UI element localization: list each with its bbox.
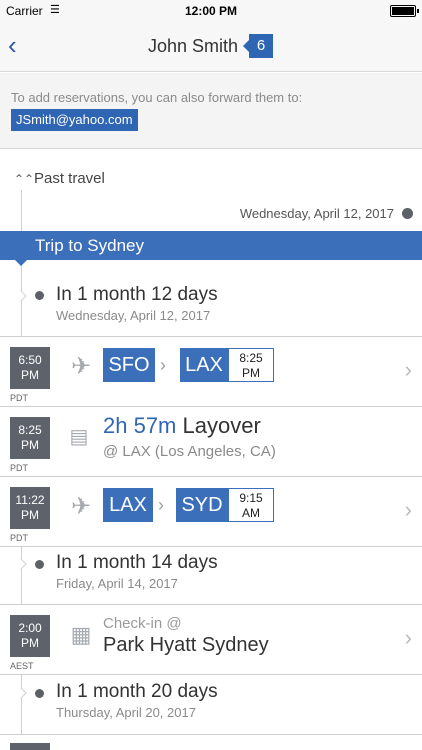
flight-row[interactable]: 11:22 PM PDT ✈ LAX › SYD 9:15 AM › [0, 476, 422, 546]
couch-icon: ▤ [69, 426, 89, 448]
layover-duration-value: 2h 57m [103, 413, 177, 438]
milestone-date: Wednesday, April 12, 2017 [56, 308, 211, 323]
timeline-start-date: Wednesday, April 12, 2017 [239, 206, 394, 221]
next-row-partial [0, 734, 422, 750]
milestone-date: Friday, April 14, 2017 [56, 576, 178, 591]
departure-time: 6:50 [18, 353, 42, 367]
airplane-icon: ✈ [70, 493, 92, 520]
timezone-label: PDT [10, 463, 28, 473]
milestone-title: In 1 month 20 days [56, 681, 218, 702]
layover-duration: 2h 57m Layover [103, 413, 261, 439]
milestone-title: In 1 month 14 days [56, 552, 218, 573]
timeline-dot [402, 208, 413, 219]
chevron-right-icon[interactable]: › [405, 625, 412, 651]
status-bar: Carrier ☰ 12:00 PM [0, 0, 422, 22]
chevron-right-icon[interactable]: › [405, 357, 412, 383]
back-chevron-icon[interactable]: ‹ [8, 32, 17, 58]
forward-hint: To add reservations, you can also forwar… [11, 90, 303, 105]
departure-time: 11:22 [15, 493, 45, 507]
clock: 12:00 PM [184, 4, 238, 18]
hotel-name: Park Hyatt Sydney [103, 634, 269, 656]
nav-bar: ‹ John Smith 6 [0, 22, 422, 72]
timeline-hook [15, 558, 27, 570]
departure-ampm: PM [21, 508, 39, 522]
double-chevron-up-icon: ⌃⌃ [14, 172, 35, 186]
arrival-ampm: AM [242, 506, 260, 520]
layover-label: Layover [182, 413, 261, 438]
forward-email[interactable]: JSmith@yahoo.com [11, 109, 138, 131]
hotel-row[interactable]: 2:00 PM AEST ▦ Check-in @ Park Hyatt Syd… [0, 604, 422, 674]
layover-ampm: PM [21, 438, 39, 452]
departure-ampm: PM [21, 368, 39, 382]
milestone-dot [35, 560, 44, 569]
checkin-time: 2:00 [18, 621, 42, 635]
timezone-label: PDT [10, 393, 28, 403]
checkin-time-box: 2:00 PM [10, 615, 50, 657]
arrival-time: 9:15 [239, 491, 263, 505]
trip-banner[interactable]: Trip to Sydney [0, 231, 422, 266]
airplane-icon: ✈ [70, 353, 92, 380]
layover-time-box: 8:25 PM [10, 417, 50, 459]
milestone-title: In 1 month 12 days [56, 284, 218, 305]
milestone-item: In 1 month 14 days Friday, April 14, 201… [0, 546, 422, 604]
arrival-time-box: 9:15 AM [228, 488, 274, 522]
timeline-hook [15, 687, 27, 699]
route-arrow-icon: › [160, 355, 166, 375]
arrival-time-box: 8:25 PM [228, 348, 274, 382]
origin-code: SFO [103, 348, 155, 382]
arrival-ampm: PM [242, 366, 260, 380]
milestone-dot [35, 689, 44, 698]
departure-time-box: 6:50 PM [10, 347, 50, 389]
forward-section: To add reservations, you can also forwar… [0, 73, 422, 149]
checkin-label: Check-in @ [103, 615, 182, 632]
chevron-right-icon[interactable]: › [405, 497, 412, 523]
checkin-ampm: PM [21, 636, 39, 650]
route-arrow-icon: › [158, 495, 164, 515]
destination-code: SYD [176, 488, 228, 522]
origin-code: LAX [103, 488, 153, 522]
timezone-label: PDT [10, 533, 28, 543]
layover-time: 8:25 [18, 423, 42, 437]
timeline-hook [15, 290, 27, 302]
reservation-count-badge[interactable]: 6 [243, 34, 273, 58]
battery-icon [390, 5, 419, 17]
milestone-date: Thursday, April 20, 2017 [56, 705, 196, 720]
arrival-time: 8:25 [239, 351, 263, 365]
past-travel-toggle[interactable]: ⌃⌃Past travel [14, 170, 105, 187]
next-time-box [10, 743, 50, 750]
departure-time-box: 11:22 PM [10, 487, 50, 529]
hotel-building-icon: ▦ [70, 622, 92, 647]
page-title: John Smith [148, 36, 239, 56]
milestone-item: In 1 month 20 days Thursday, April 20, 2… [0, 674, 422, 734]
past-travel-label: Past travel [34, 170, 105, 187]
timezone-label: AEST [10, 661, 34, 671]
layover-location: @ LAX (Los Angeles, CA) [103, 443, 276, 460]
milestone-dot [35, 291, 44, 300]
layover-row: 8:25 PM PDT ▤ 2h 57m Layover @ LAX (Los … [0, 406, 422, 476]
destination-code: LAX [180, 348, 228, 382]
flight-row[interactable]: 6:50 PM PDT ✈ SFO › LAX 8:25 PM › [0, 336, 422, 406]
